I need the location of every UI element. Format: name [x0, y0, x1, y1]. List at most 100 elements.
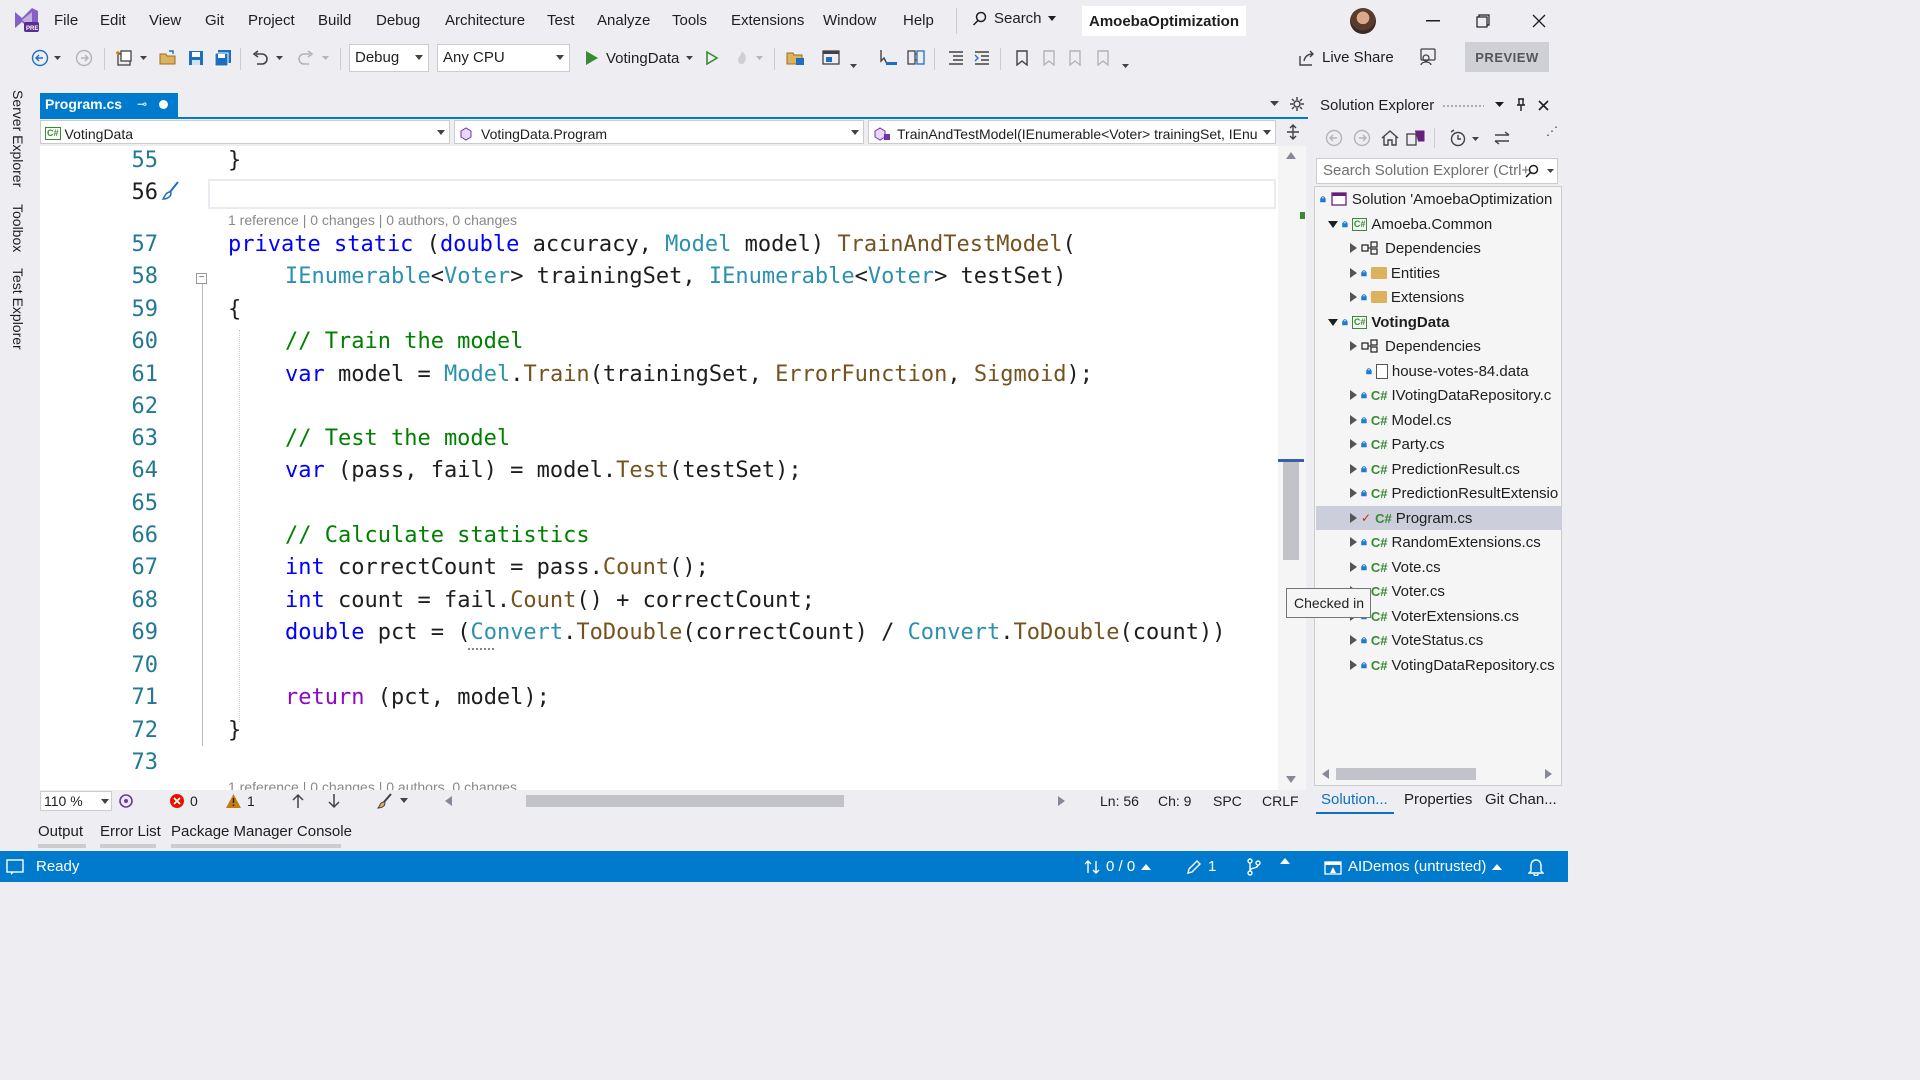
menu-view[interactable]: View [149, 12, 181, 29]
redo-dropdown[interactable] [318, 46, 332, 70]
branch-dropdown[interactable] [1280, 858, 1290, 864]
se-home-button[interactable] [1378, 126, 1402, 150]
save-button[interactable] [184, 46, 208, 70]
scroll-right-icon[interactable] [1058, 796, 1065, 806]
codelens-info[interactable]: 1 reference | 0 changes | 0 authors, 0 c… [228, 779, 517, 790]
repository-indicator[interactable]: AIDemos (untrusted) [1324, 858, 1503, 875]
toolbox-tab[interactable]: Toolbox [10, 204, 26, 252]
live-share-button[interactable]: Live Share [1298, 49, 1394, 66]
menu-help[interactable]: Help [903, 12, 934, 29]
menu-debug[interactable]: Debug [376, 12, 420, 29]
tab-solution-explorer[interactable]: Solution... [1321, 791, 1388, 808]
menu-build[interactable]: Build [318, 12, 351, 29]
tree-file-program[interactable]: ✓ C# Program.cs [1350, 506, 1472, 530]
undo-dropdown[interactable] [272, 46, 286, 70]
codelens-info[interactable]: 1 reference | 0 changes | 0 authors, 0 c… [228, 212, 517, 228]
collapse-arrow-icon[interactable] [1350, 243, 1357, 253]
layout-button[interactable] [820, 46, 844, 70]
comment-lines-button[interactable] [944, 46, 968, 70]
se-forward-button[interactable] [1350, 126, 1374, 150]
test-explorer-tab[interactable]: Test Explorer [10, 268, 26, 350]
collapse-arrow-icon[interactable] [1350, 390, 1357, 400]
menu-extensions[interactable]: Extensions [731, 12, 804, 29]
line-ending-indicator[interactable]: CRLF [1262, 793, 1299, 809]
notifications-button[interactable] [1528, 858, 1544, 876]
pending-edits-indicator[interactable]: 1 [1186, 858, 1216, 875]
member-nav-dropdown[interactable]: TrainAndTestModel(IEnumerable<Voter> tra… [868, 120, 1276, 144]
save-all-button[interactable] [211, 46, 235, 70]
configuration-select[interactable]: Debug [349, 44, 429, 72]
tab-output[interactable]: Output [38, 823, 83, 840]
collapse-toggle[interactable]: − [196, 273, 207, 284]
tree-file-ivotingdatarepository[interactable]: 🔒︎ C# IVotingDataRepository.c [1350, 383, 1551, 407]
menu-edit[interactable]: Edit [100, 12, 126, 29]
column-indicator[interactable]: Ch: 9 [1158, 793, 1191, 809]
errors-indicator[interactable]: 0 [170, 793, 198, 809]
menu-architecture[interactable]: Architecture [445, 12, 525, 29]
new-project-dropdown[interactable] [136, 46, 150, 70]
drag-handle[interactable] [1442, 104, 1484, 108]
expand-arrow-icon[interactable] [1328, 220, 1338, 228]
arrow-down-icon[interactable] [328, 793, 340, 809]
scroll-right-icon[interactable] [1545, 769, 1552, 779]
platform-select[interactable]: Any CPU [437, 44, 570, 72]
expand-arrow-icon[interactable] [1328, 318, 1338, 326]
browse-solution-button[interactable] [784, 46, 808, 70]
pin-icon[interactable]: ⊸ [137, 97, 147, 111]
undo-button[interactable] [248, 46, 272, 70]
toggle-bookmark-button[interactable] [1010, 46, 1034, 70]
toolbar-overflow-button[interactable] [1118, 54, 1132, 78]
scroll-up-icon[interactable] [1286, 152, 1296, 159]
type-nav-dropdown[interactable]: VotingData.Program [454, 120, 864, 144]
split-window-button[interactable] [1282, 121, 1304, 143]
tab-package-manager-console[interactable]: Package Manager Console [171, 823, 352, 840]
git-sync-indicator[interactable]: 0 / 0 [1084, 858, 1152, 875]
collapse-arrow-icon[interactable] [1350, 341, 1357, 351]
whitespace-indicator[interactable]: SPC [1213, 793, 1242, 809]
collapse-arrow-icon[interactable] [1350, 488, 1357, 498]
collapse-arrow-icon[interactable] [1350, 513, 1357, 523]
preview-badge-button[interactable]: PREVIEW [1465, 42, 1549, 72]
intellicode-icon[interactable] [118, 793, 134, 809]
tab-git-changes[interactable]: Git Chan... [1485, 791, 1557, 808]
project-nav-dropdown[interactable]: C# VotingData [40, 120, 450, 144]
collapse-arrow-icon[interactable] [1350, 562, 1357, 572]
start-debugging-button[interactable] [580, 46, 604, 70]
tree-file-vote[interactable]: 🔒︎ C# Vote.cs [1350, 555, 1441, 579]
status-ready[interactable]: Ready [6, 858, 79, 875]
start-without-debugging-button[interactable] [700, 46, 724, 70]
menu-analyze[interactable]: Analyze [597, 12, 650, 29]
se-horizontal-scrollbar-thumb[interactable] [1336, 768, 1476, 780]
tree-file-voterextensions[interactable]: 🔒︎ C# VoterExtensions.cs [1350, 604, 1519, 628]
tab-program-cs[interactable]: Program.cs ⊸ [40, 93, 178, 117]
layout-dropdown[interactable] [846, 54, 860, 78]
visual-studio-logo-icon[interactable]: PRE [12, 6, 40, 34]
scroll-left-icon[interactable] [445, 796, 452, 806]
tree-file-model[interactable]: 🔒︎ C# Model.cs [1350, 408, 1452, 432]
toggle-designer-button[interactable] [904, 46, 928, 70]
tree-file-party[interactable]: 🔒︎ C# Party.cs [1350, 432, 1445, 456]
navigate-forward-button[interactable] [72, 46, 96, 70]
se-close-button[interactable] [1534, 95, 1552, 115]
quick-action-brush-icon[interactable] [160, 180, 182, 202]
redo-button[interactable] [294, 46, 318, 70]
tree-project-voting-data[interactable]: 🔒︎ C# VotingData [1328, 310, 1449, 334]
se-window-dropdown[interactable] [1490, 95, 1508, 115]
tree-project-amoeba-common[interactable]: 🔒︎ C# Amoeba.Common [1328, 212, 1492, 236]
scroll-down-icon[interactable] [1286, 776, 1296, 783]
collapse-arrow-icon[interactable] [1350, 660, 1357, 670]
menu-file[interactable]: File [54, 12, 78, 29]
feedback-button[interactable] [1416, 45, 1440, 69]
tree-solution[interactable]: 🔒︎ Solution 'AmoebaOptimization [1320, 187, 1552, 211]
server-explorer-tab[interactable]: Server Explorer [10, 90, 26, 187]
branch-indicator[interactable] [1246, 858, 1262, 876]
new-project-button[interactable] [112, 46, 136, 70]
tab-settings-button[interactable] [1288, 94, 1306, 114]
tree-file-votestatus[interactable]: 🔒︎ C# VoteStatus.cs [1350, 628, 1483, 652]
collapse-arrow-icon[interactable] [1350, 439, 1357, 449]
menu-project[interactable]: Project [248, 12, 295, 29]
tree-file-randomextensions[interactable]: 🔒︎ C# RandomExtensions.cs [1350, 530, 1541, 554]
close-window-button[interactable] [1528, 10, 1550, 32]
se-sync-button[interactable] [1490, 126, 1514, 150]
zoom-select[interactable]: 110 % [40, 791, 112, 811]
